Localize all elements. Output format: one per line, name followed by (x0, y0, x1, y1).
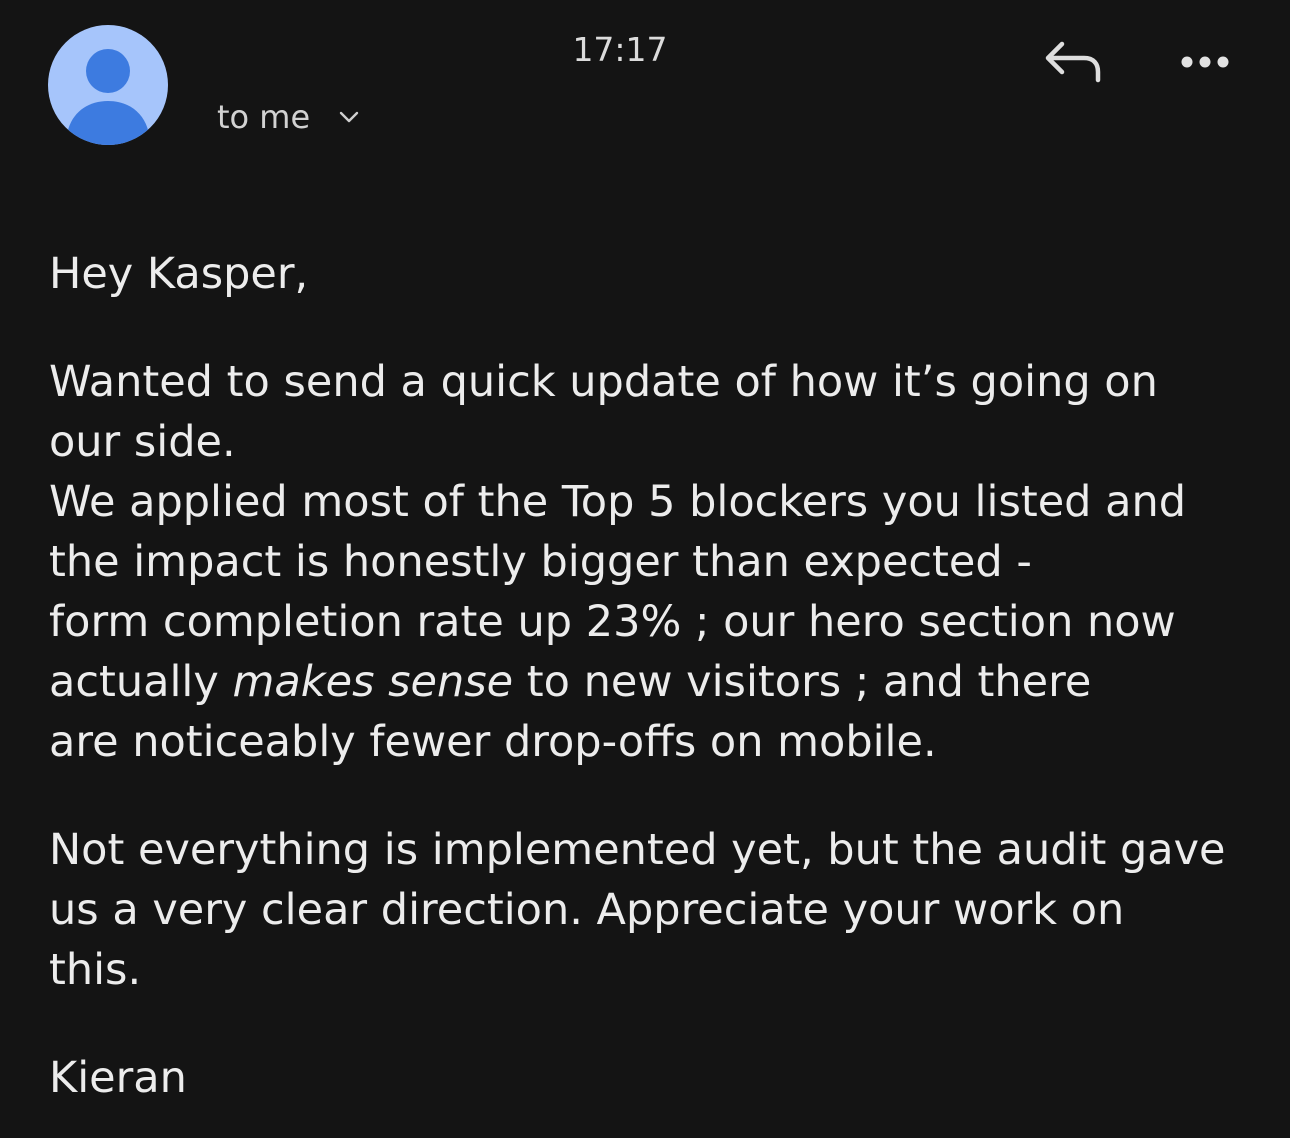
body-line: are noticeably fewer drop-offs on mobile… (49, 717, 937, 767)
message-paragraph-2: Not everything is implemented yet, but t… (49, 820, 1264, 1000)
body-line: this. (49, 945, 142, 995)
body-text: to new visitors ; and there (513, 657, 1092, 707)
sender-avatar[interactable] (48, 25, 168, 145)
body-line: our side. (49, 417, 236, 467)
body-line: We applied most of the Top 5 blockers yo… (49, 477, 1187, 527)
body-line: the impact is honestly bigger than expec… (49, 537, 1032, 587)
reply-button[interactable] (1040, 36, 1108, 88)
person-avatar-icon (66, 49, 150, 145)
body-line: form completion rate up 23% ; our hero s… (49, 597, 1176, 647)
recipient-label: to me (217, 98, 311, 136)
message-time: 17:17 (572, 30, 668, 69)
reply-icon (1045, 41, 1101, 83)
recipient-details-toggle[interactable]: to me (217, 98, 360, 136)
emphasized-text: makes sense (232, 657, 514, 707)
more-horizontal-icon (1181, 56, 1229, 68)
chevron-down-icon (339, 111, 359, 123)
greeting: Hey Kasper, (49, 249, 309, 299)
message-body: Hey Kasper, Wanted to send a quick updat… (49, 244, 1264, 1108)
body-line: Not everything is implemented yet, but t… (49, 825, 1226, 875)
body-line: Wanted to send a quick update of how it’… (49, 357, 1158, 407)
more-options-button[interactable] (1170, 44, 1240, 80)
signature: Kieran (49, 1053, 187, 1103)
body-text: actually (49, 657, 233, 707)
body-line: actually makes sense to new visitors ; a… (49, 652, 1264, 712)
message-paragraph-1: Wanted to send a quick update of how it’… (49, 352, 1264, 772)
body-line: us a very clear direction. Appreciate yo… (49, 885, 1125, 935)
